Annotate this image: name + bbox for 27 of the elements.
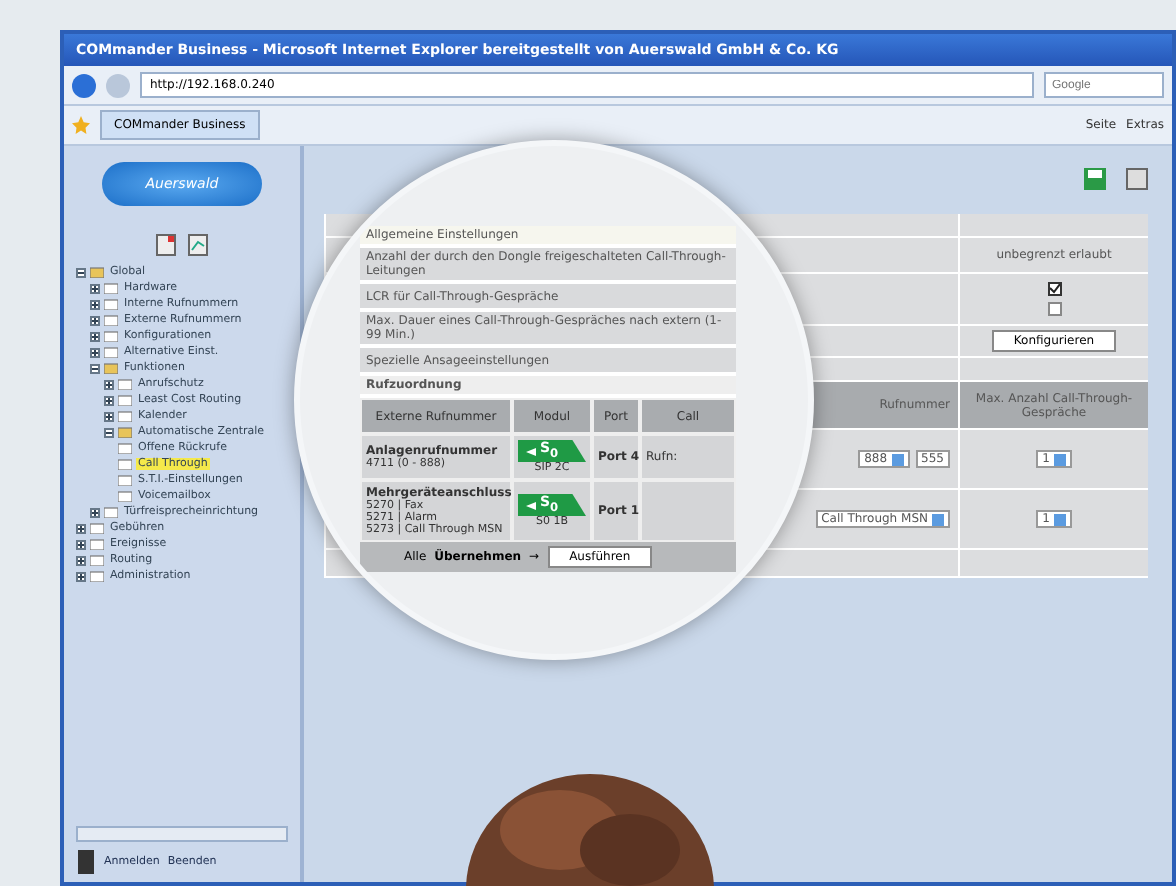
- chart-icon[interactable]: [188, 234, 208, 256]
- checkbox[interactable]: [1047, 302, 1061, 316]
- expand-icon[interactable]: [104, 379, 114, 389]
- expand-icon[interactable]: [76, 555, 86, 565]
- back-button[interactable]: [72, 73, 96, 97]
- expand-icon[interactable]: [76, 539, 86, 549]
- folder-icon: [104, 362, 118, 374]
- folder-icon: [90, 266, 104, 278]
- expand-icon[interactable]: [104, 395, 114, 405]
- expand-icon[interactable]: [90, 315, 100, 325]
- folder-icon: [118, 426, 132, 438]
- checkbox[interactable]: [1047, 282, 1061, 296]
- expand-icon[interactable]: [76, 523, 86, 533]
- save-icon[interactable]: [1084, 167, 1106, 189]
- expand-icon[interactable]: [76, 571, 86, 581]
- expand-icon[interactable]: [90, 299, 100, 309]
- expand-icon[interactable]: [90, 331, 100, 341]
- scrollbar[interactable]: [76, 826, 288, 842]
- expand-icon[interactable]: [90, 283, 100, 293]
- collapse-icon[interactable]: [90, 363, 100, 373]
- collapse-icon[interactable]: [104, 427, 114, 437]
- expand-icon[interactable]: [90, 347, 100, 357]
- expand-icon[interactable]: [90, 507, 100, 517]
- expand-icon[interactable]: [104, 411, 114, 421]
- collapse-icon[interactable]: [76, 267, 86, 277]
- document-icon[interactable]: [156, 234, 176, 256]
- star-icon[interactable]: [72, 116, 90, 134]
